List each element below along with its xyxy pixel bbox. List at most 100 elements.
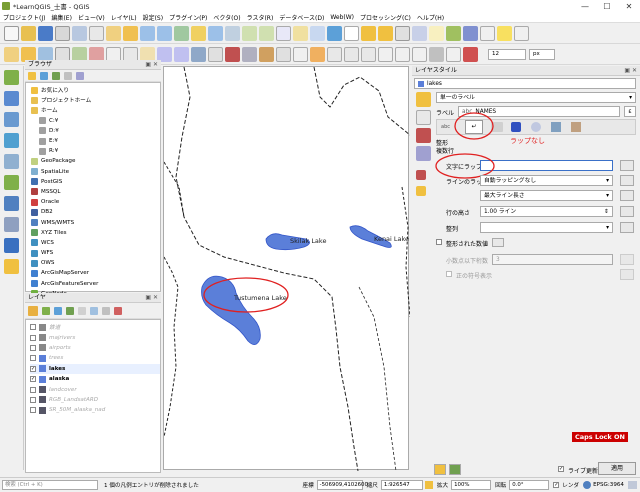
buffer-icon[interactable] [412, 46, 427, 62]
browser-item[interactable]: WMS/WMTS [31, 217, 160, 227]
browser-item[interactable]: R:¥ [31, 146, 160, 156]
pan-to-selection-icon[interactable] [123, 25, 138, 41]
layer-style-icon[interactable] [28, 305, 38, 316]
labels-tab-icon[interactable] [416, 110, 431, 125]
scale-select[interactable]: 1:926547 [380, 480, 423, 490]
menu-edit[interactable]: 編集(E) [48, 13, 74, 22]
new-map-view-icon[interactable] [276, 25, 291, 41]
diagram-icon[interactable] [225, 46, 240, 62]
zoom-out-icon[interactable] [157, 25, 172, 41]
data-defined-override-icon[interactable] [620, 190, 634, 201]
font-size-input[interactable]: 12 [488, 48, 526, 60]
max-line-length-select[interactable]: 最大ライン長さ ▾ [480, 190, 613, 201]
menu-processing[interactable]: プロセッシング(C) [357, 13, 414, 22]
layer-tree[interactable]: 鉄道 majrivers airports trees ✓ lakes ✓ alaska lan… [25, 319, 161, 473]
map-canvas[interactable]: Skilak Lake Kenai Lake Tustumena Lake [163, 66, 411, 472]
database-icon[interactable] [191, 46, 206, 62]
browser-item[interactable]: C:¥ [31, 116, 160, 126]
new-layer-icon[interactable] [4, 259, 19, 274]
properties-icon[interactable] [76, 71, 84, 80]
browser-item[interactable]: ArcGisMapServer [31, 268, 160, 278]
layer-item[interactable]: majrivers [30, 332, 160, 342]
add-mesh-layer-icon[interactable] [4, 112, 19, 127]
save-project-icon[interactable] [38, 25, 53, 41]
data-defined-override-icon[interactable] [620, 175, 634, 186]
history-tab-icon[interactable] [416, 146, 431, 161]
menu-settings[interactable]: 設定(S) [140, 13, 167, 22]
add-wms-icon[interactable] [4, 238, 19, 253]
layer-item[interactable]: RGB_LandsatARD [30, 395, 160, 405]
menu-plugins[interactable]: プラグイン(P) [166, 13, 210, 22]
snapping-icon[interactable] [429, 46, 444, 62]
layer-item[interactable]: SR_50M_alaska_nad [30, 405, 160, 415]
wrap-on-char-input[interactable] [480, 160, 613, 171]
layer-item[interactable]: landcover [30, 384, 160, 394]
data-defined-override-icon[interactable] [620, 206, 634, 217]
menu-raster[interactable]: ラスタ(R) [244, 13, 277, 22]
menu-vector[interactable]: ベクタ(O) [210, 13, 243, 22]
plus-sign-checkbox[interactable] [446, 271, 452, 277]
font-color-icon[interactable] [395, 46, 410, 62]
trace-icon[interactable] [446, 46, 461, 62]
select-by-value-icon[interactable] [378, 25, 393, 41]
layer-item[interactable]: ✓ alaska [30, 374, 160, 384]
menu-web[interactable]: Web(W) [327, 14, 357, 21]
browser-item[interactable]: SpatiaLite [31, 167, 160, 177]
data-defined-override-icon[interactable] [620, 269, 634, 280]
layer-visibility-checkbox[interactable] [30, 386, 36, 393]
expression-filter-icon[interactable] [78, 306, 86, 315]
line-wrap-select[interactable]: 自動ラッピングなし ▾ [480, 175, 613, 186]
rotate-label-icon[interactable] [242, 46, 257, 62]
diagrams-tab-icon[interactable] [416, 128, 431, 143]
browser-item[interactable]: GeoPackage [31, 156, 160, 166]
underline-text-icon[interactable] [361, 46, 376, 62]
add-delimited-text-icon[interactable] [4, 133, 19, 148]
minimize-button[interactable]: — [574, 2, 596, 11]
browser-item[interactable]: プロジェクトホーム [31, 95, 160, 105]
paint-icon[interactable] [416, 170, 426, 180]
layout-manager-icon[interactable] [72, 25, 87, 41]
symbology-tab-icon[interactable] [416, 92, 431, 107]
current-edits-icon[interactable] [4, 46, 19, 62]
close-button[interactable]: ✕ [618, 2, 640, 11]
browser-item[interactable]: DB2 [31, 207, 160, 217]
apply-button[interactable]: 適用 [598, 462, 636, 475]
show-hide-labels-icon[interactable] [293, 46, 308, 62]
rotation-input[interactable]: 0.0° [509, 480, 550, 490]
add-raster-layer-icon[interactable] [4, 91, 19, 106]
add-mssql-icon[interactable] [4, 217, 19, 232]
zoom-next-icon[interactable] [259, 25, 274, 41]
toolbox-icon[interactable] [463, 25, 478, 41]
layer-visibility-checkbox[interactable] [30, 355, 36, 362]
magnet-icon[interactable] [463, 46, 478, 62]
render-checkbox[interactable]: ✓ [553, 482, 560, 488]
data-defined-override-icon[interactable] [620, 160, 634, 171]
add-virtual-layer-icon[interactable] [4, 175, 19, 190]
panel-float-close-buttons[interactable]: ▣ ✕ [624, 66, 637, 76]
redo-icon[interactable] [174, 46, 189, 62]
add-group-icon[interactable] [42, 306, 50, 315]
select-features-icon[interactable] [361, 25, 376, 41]
layer-visibility-checkbox[interactable] [30, 334, 36, 341]
italic-text-icon[interactable] [344, 46, 359, 62]
change-label-icon[interactable] [276, 46, 291, 62]
layer-select[interactable]: lakes [414, 78, 636, 89]
zoom-selection-icon[interactable] [191, 25, 206, 41]
new-project-icon[interactable] [4, 25, 19, 41]
zoom-last-icon[interactable] [242, 25, 257, 41]
browser-item[interactable]: XYZ Tiles [31, 228, 160, 238]
move-label-icon[interactable] [259, 46, 274, 62]
crs-label[interactable]: EPSG:3964 [593, 482, 624, 488]
browser-item[interactable]: Oracle [31, 197, 160, 207]
line-height-input[interactable]: 1.00 ライン ⇕ [480, 206, 613, 217]
layer-visibility-checkbox[interactable] [30, 396, 36, 403]
attribute-table-icon[interactable] [429, 25, 444, 41]
zoom-full-icon[interactable] [174, 25, 189, 41]
bold-text-icon[interactable] [327, 46, 342, 62]
lock-scale-icon[interactable] [424, 481, 433, 489]
browser-item[interactable]: PostGIS [31, 177, 160, 187]
background-tab-icon[interactable] [511, 122, 521, 132]
bookmark-icon[interactable] [293, 25, 308, 41]
layer-visibility-checkbox[interactable] [30, 344, 36, 351]
browser-item[interactable]: D:¥ [31, 126, 160, 136]
